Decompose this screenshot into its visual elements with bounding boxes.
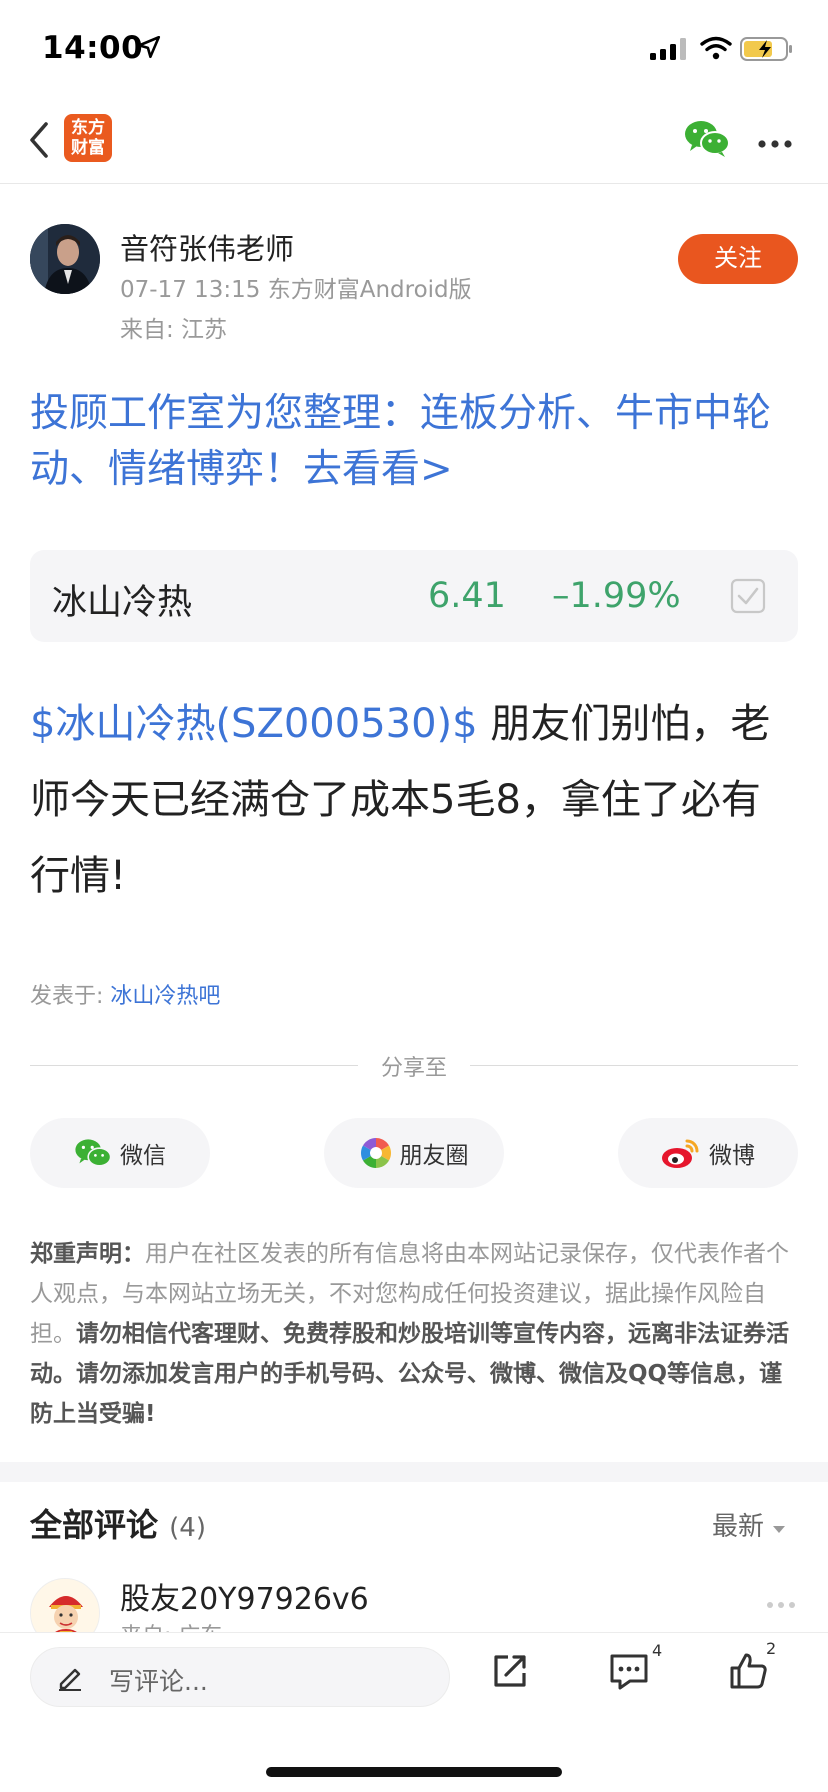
bottom-action-bar: 写评论... 4 2 — [0, 1632, 828, 1792]
caret-down-icon — [773, 1526, 786, 1533]
disclaimer-title: 郑重声明： — [30, 1241, 145, 1267]
comment-input-placeholder: 写评论... — [109, 1667, 208, 1696]
posted-in: 发表于: 冰山冷热吧 — [30, 978, 220, 1010]
back-icon[interactable] — [24, 118, 64, 162]
like-count-badge: 2 — [766, 1639, 777, 1658]
disclaimer: 郑重声明：用户在社区发表的所有信息将由本网站记录保存，仅代表作者个人观点，与本网… — [30, 1234, 800, 1434]
author-location: 来自: 江苏 — [120, 317, 228, 343]
author-name[interactable]: 音符张伟老师 — [120, 226, 294, 268]
share-divider: 分享至 — [30, 1050, 798, 1081]
comments-header: 全部评论 (4) — [30, 1500, 206, 1546]
location-arrow-icon — [136, 34, 162, 64]
share-wechat-label: 微信 — [120, 1143, 166, 1169]
comments-title: 全部评论 — [30, 1506, 159, 1544]
promo-link[interactable]: 投顾工作室为您整理：连板分析、牛市中轮动、情绪博弈！去看看> — [30, 386, 800, 498]
post-content: $冰山冷热(SZ000530)$ 朋友们别怕，老师今天已经满仓了成本5毛8，拿住… — [30, 686, 800, 914]
comment-input[interactable]: 写评论... — [30, 1647, 450, 1707]
stock-price: 6.41 — [428, 576, 506, 616]
sort-label: 最新 — [712, 1512, 765, 1542]
logo-text-bottom: 财富 — [71, 138, 105, 158]
wechat-icon — [75, 1139, 112, 1167]
wechat-share-icon[interactable] — [684, 118, 730, 162]
weibo-icon — [662, 1139, 699, 1168]
logo-text-top: 东方 — [71, 118, 105, 138]
comment-username[interactable]: 股友20Y97926v6 — [120, 1574, 369, 1618]
divider-line — [470, 1065, 798, 1066]
nav-bar: 东方 财富 — [0, 96, 828, 184]
sort-dropdown[interactable]: 最新 — [712, 1506, 786, 1543]
share-label: 分享至 — [380, 1056, 447, 1081]
moments-icon — [360, 1138, 391, 1168]
status-time: 14:00 — [42, 30, 144, 66]
share-weibo-button[interactable]: 微博 — [618, 1118, 798, 1188]
share-moments-button[interactable]: 朋友圈 — [324, 1118, 504, 1188]
comment-icon[interactable] — [608, 1651, 650, 1695]
comments-count: (4) — [169, 1513, 206, 1543]
watchlist-checkbox-icon[interactable] — [730, 578, 766, 614]
home-indicator — [266, 1767, 562, 1777]
status-bar: 14:00 — [0, 0, 828, 96]
forum-link[interactable]: 冰山冷热吧 — [110, 984, 220, 1009]
comment-more-icon[interactable] — [766, 1594, 796, 1613]
share-wechat-button[interactable]: 微信 — [30, 1118, 210, 1188]
posted-in-label: 发表于: — [30, 984, 111, 1009]
pencil-icon — [55, 1662, 85, 1696]
section-divider — [0, 1462, 828, 1482]
stock-change: –1.99% — [552, 576, 681, 616]
cellular-signal-icon — [650, 38, 690, 64]
share-moments-label: 朋友圈 — [399, 1143, 469, 1169]
comment-count-badge: 4 — [652, 1641, 663, 1660]
share-icon[interactable] — [490, 1651, 530, 1695]
stock-quote-card[interactable]: 冰山冷热 6.41 –1.99% — [30, 550, 798, 642]
stock-name: 冰山冷热 — [52, 583, 193, 623]
follow-button[interactable]: 关注 — [678, 234, 798, 284]
more-icon[interactable] — [758, 134, 792, 153]
disclaimer-warning: 请勿相信代客理财、免费荐股和炒股培训等宣传内容，远离非法证券活动。请勿添加发言用… — [30, 1321, 789, 1427]
like-icon[interactable] — [728, 1651, 770, 1695]
stock-tag-link[interactable]: $冰山冷热(SZ000530)$ — [30, 701, 478, 747]
battery-icon — [740, 36, 794, 66]
app-logo[interactable]: 东方 财富 — [64, 114, 112, 162]
post-meta: 07-17 13:15 东方财富Android版 — [120, 277, 472, 303]
author-avatar[interactable] — [30, 224, 100, 294]
share-weibo-label: 微博 — [709, 1143, 755, 1169]
wifi-icon — [700, 36, 732, 64]
